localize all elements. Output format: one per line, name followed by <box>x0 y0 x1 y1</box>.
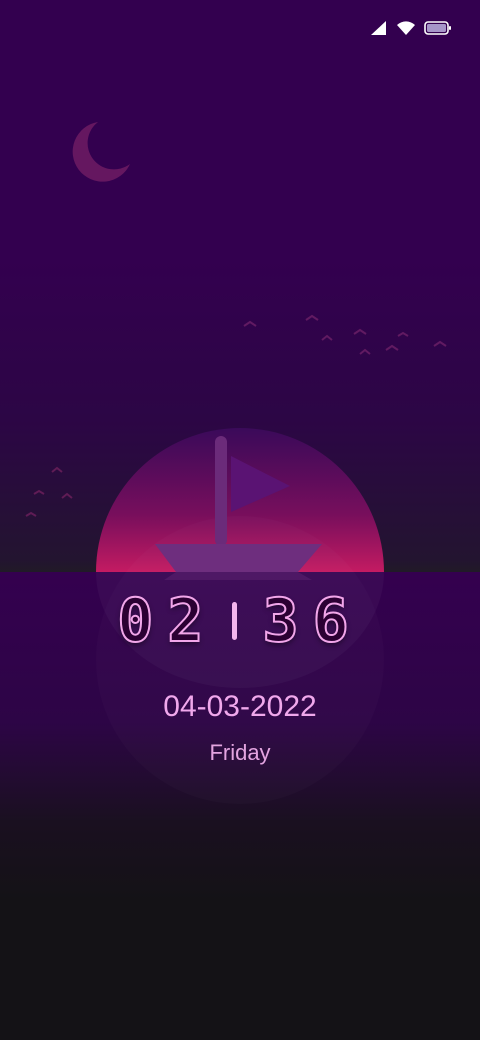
lockscreen-clock: 02 36 <box>0 585 480 657</box>
wallpaper-scene <box>25 122 447 580</box>
clock-separator <box>231 602 237 640</box>
crescent-moon <box>72 122 130 182</box>
birds-left <box>25 466 73 517</box>
wifi-icon <box>396 20 416 36</box>
status-bar <box>370 14 452 42</box>
cellular-signal-icon <box>370 20 388 36</box>
lockscreen-weekday: Friday <box>209 740 271 765</box>
clock-hours: 02 <box>116 585 218 657</box>
lock-screen: 02 36 04-03-2022 Friday <box>0 0 480 1040</box>
birds-right <box>243 314 447 355</box>
sailboat-reflection <box>164 572 312 580</box>
clock-minutes: 36 <box>261 585 363 657</box>
lockscreen-date: 04-03-2022 <box>163 690 317 723</box>
battery-icon <box>424 20 452 36</box>
